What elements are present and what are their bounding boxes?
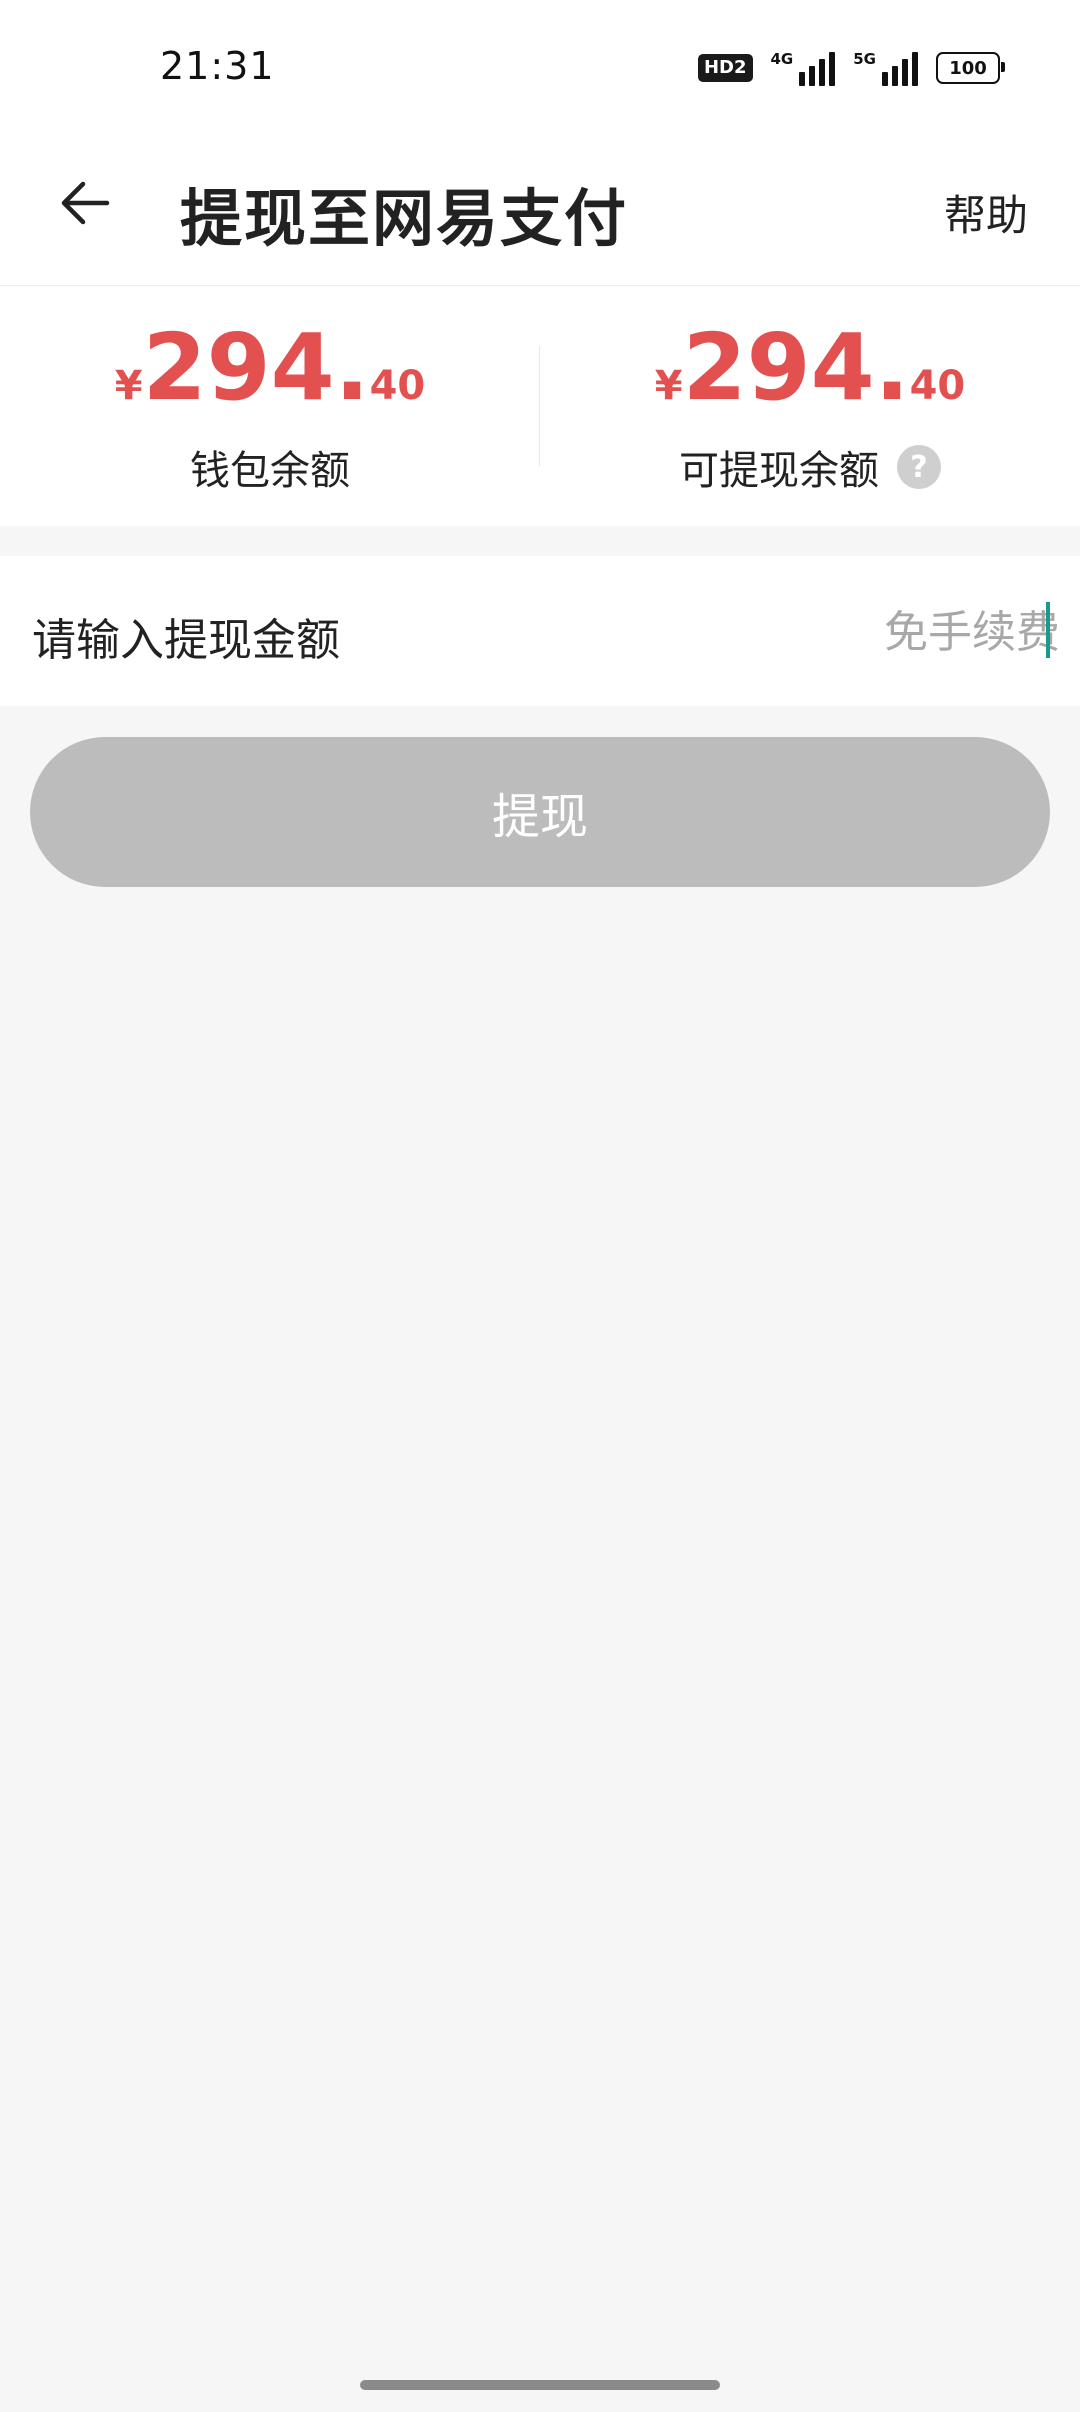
amount-input[interactable] bbox=[620, 592, 1060, 672]
arrow-left-icon bbox=[61, 181, 110, 225]
balance-card: ¥294.40 钱包余额 ¥294.40 可提现余额 ? bbox=[0, 286, 1080, 526]
nav-bar: 提现至网易支付 帮助 bbox=[0, 130, 1080, 286]
question-circle-icon[interactable]: ? bbox=[897, 445, 941, 489]
amount-decimal: 40 bbox=[909, 363, 966, 409]
help-link[interactable]: 帮助 bbox=[944, 182, 1028, 243]
text-caret bbox=[1046, 602, 1050, 658]
home-indicator[interactable] bbox=[360, 2380, 720, 2390]
network-5g-label: 5G bbox=[853, 50, 876, 68]
back-button[interactable] bbox=[50, 168, 120, 238]
amount-decimal: 40 bbox=[369, 363, 426, 409]
amount-integer: 294. bbox=[682, 314, 910, 421]
status-bar: 21:31 HD2 4G 5G 100 bbox=[0, 0, 1080, 130]
signal-4g-icon: 4G bbox=[771, 50, 836, 86]
withdrawable-balance-amount: ¥294.40 bbox=[540, 322, 1080, 414]
battery-level: 100 bbox=[949, 57, 987, 79]
amount-integer: 294. bbox=[142, 314, 370, 421]
wallet-balance-label: 钱包余额 bbox=[0, 438, 540, 496]
withdrawable-balance-label: 可提现余额 ? bbox=[540, 438, 1080, 496]
withdrawable-balance: ¥294.40 可提现余额 ? bbox=[540, 286, 1080, 526]
withdrawable-balance-label-text: 可提现余额 bbox=[679, 448, 879, 494]
network-4g-label: 4G bbox=[770, 50, 794, 68]
signal-5g-icon: 5G bbox=[853, 50, 918, 86]
hd-voice-icon: HD2 bbox=[697, 54, 753, 82]
battery-icon: 100 bbox=[936, 52, 1005, 84]
amount-input-row: 请输入提现金额 bbox=[0, 556, 1080, 706]
wallet-balance-label-text: 钱包余额 bbox=[190, 448, 350, 494]
wallet-balance: ¥294.40 钱包余额 bbox=[0, 286, 540, 526]
wallet-balance-amount: ¥294.40 bbox=[0, 322, 540, 414]
withdraw-button[interactable]: 提现 bbox=[30, 737, 1050, 887]
currency-symbol: ¥ bbox=[654, 363, 683, 409]
status-time: 21:31 bbox=[160, 44, 275, 88]
amount-input-label: 请输入提现金额 bbox=[32, 615, 340, 666]
currency-symbol: ¥ bbox=[114, 363, 143, 409]
page-title: 提现至网易支付 bbox=[180, 182, 629, 255]
status-icons: HD2 4G 5G 100 bbox=[697, 48, 1005, 88]
